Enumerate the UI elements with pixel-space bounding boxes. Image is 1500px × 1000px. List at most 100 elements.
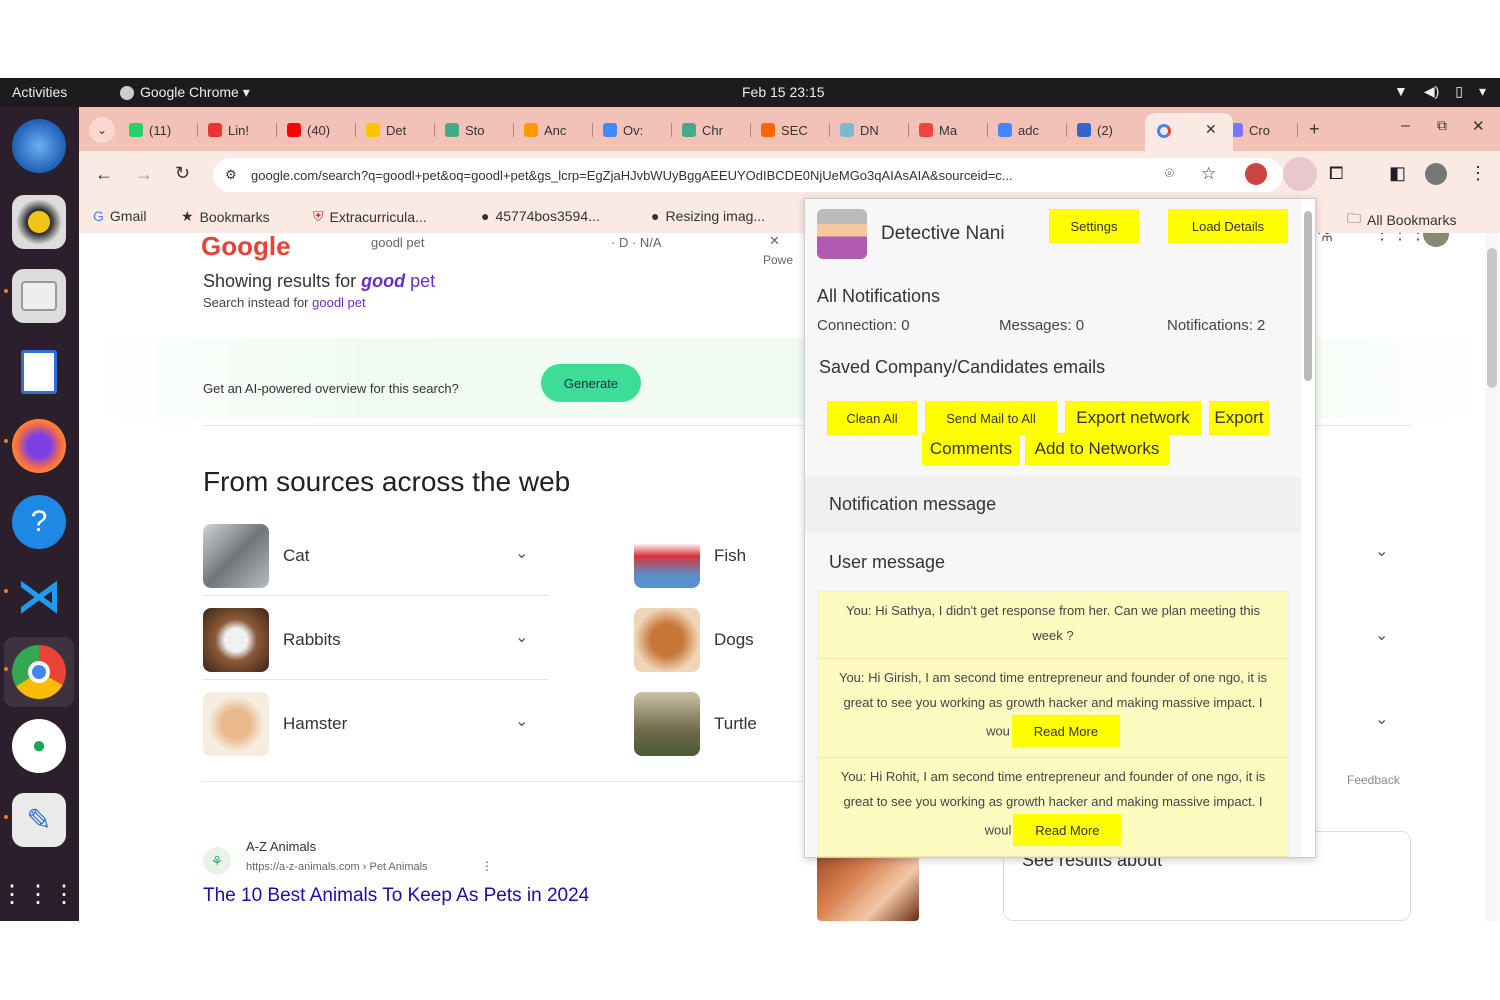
minimize-icon[interactable]: – bbox=[1401, 117, 1410, 135]
tab-label: Ov: bbox=[623, 122, 644, 138]
reload-icon[interactable]: ↻ bbox=[175, 163, 190, 184]
tab-search-icon[interactable]: ⌄ bbox=[89, 117, 115, 143]
files-icon[interactable] bbox=[12, 269, 66, 323]
tab-item[interactable]: adc bbox=[990, 115, 1039, 145]
tab-active-google[interactable]: ✕ bbox=[1145, 113, 1233, 151]
text-editor-icon[interactable]: ✎ bbox=[12, 793, 66, 847]
bookmark-gmail[interactable]: G Gmail bbox=[93, 208, 146, 224]
chevron-down-icon[interactable]: ⌄ bbox=[1375, 709, 1388, 729]
forward-icon[interactable]: → bbox=[135, 164, 153, 185]
extension-icon[interactable] bbox=[1245, 163, 1267, 185]
tab-item[interactable]: SEC bbox=[753, 115, 808, 145]
bookmark-resizing[interactable]: ● Resizing imag... bbox=[651, 208, 765, 224]
read-more-button[interactable]: Read More bbox=[1013, 814, 1122, 846]
bookmark-bookmarks[interactable]: ★ Bookmarks bbox=[181, 208, 270, 225]
extensions-puzzle-icon[interactable]: ⧠ bbox=[1329, 163, 1343, 184]
feedback-link[interactable]: Feedback bbox=[1347, 773, 1400, 787]
pet-item-rabbits[interactable]: Rabbits ⌄ bbox=[203, 605, 548, 675]
corrected-word-link[interactable]: good bbox=[361, 271, 405, 291]
battery-icon[interactable]: ▯ bbox=[1455, 83, 1463, 100]
clear-search-icon[interactable]: ✕ bbox=[769, 233, 780, 249]
export-comments-button-part2[interactable]: Comments bbox=[922, 433, 1020, 465]
account-avatar[interactable] bbox=[1423, 233, 1449, 247]
labs-icon[interactable]: ⚗ bbox=[1317, 233, 1333, 246]
tab-item[interactable]: (40) bbox=[279, 115, 330, 145]
tab-separator bbox=[750, 123, 751, 137]
search-instead-link[interactable]: goodl pet bbox=[312, 295, 366, 310]
back-icon[interactable]: ← bbox=[95, 164, 113, 185]
google-logo[interactable]: Google bbox=[201, 233, 291, 262]
dropdown-icon[interactable]: ▾ bbox=[1479, 83, 1486, 100]
new-tab-button[interactable]: + bbox=[1309, 119, 1320, 140]
mongodb-icon[interactable]: ● bbox=[12, 719, 66, 773]
export-network-button[interactable]: Export network bbox=[1065, 401, 1201, 435]
search-box[interactable]: goodl pet · D · N/A ✕ bbox=[329, 233, 799, 257]
tab-separator bbox=[1297, 123, 1298, 137]
vscode-icon[interactable]: ⋊ bbox=[12, 569, 66, 623]
system-tray[interactable]: ▼ ◀) ▯ ▾ bbox=[1394, 83, 1486, 100]
address-bar[interactable]: ⚙ google.com/search?q=goodl+pet&oq=goodl… bbox=[213, 158, 1283, 192]
tab-item[interactable]: Ma bbox=[911, 115, 957, 145]
export-comments-button-part1[interactable]: Export bbox=[1209, 401, 1269, 435]
generate-button[interactable]: Generate bbox=[541, 364, 641, 402]
profile-avatar[interactable] bbox=[1425, 163, 1447, 185]
tab-item[interactable]: Chr bbox=[674, 115, 723, 145]
tab-separator bbox=[908, 123, 909, 137]
nani-avatar bbox=[817, 209, 867, 259]
clean-all-button[interactable]: Clean All bbox=[827, 401, 917, 435]
tab-favicon-icon bbox=[998, 123, 1012, 137]
pet-item-turtle[interactable]: Turtle bbox=[634, 689, 784, 759]
send-mail-to-all-button[interactable]: Send Mail to All bbox=[925, 401, 1057, 435]
result-menu-icon[interactable]: ⋮ bbox=[481, 859, 493, 873]
clock[interactable]: Feb 15 23:15 bbox=[742, 84, 825, 100]
pet-item-dogs[interactable]: Dogs bbox=[634, 605, 784, 675]
tab-item[interactable]: Lin! bbox=[200, 115, 249, 145]
tab-item[interactable]: DN bbox=[832, 115, 879, 145]
chevron-down-icon[interactable]: ⌄ bbox=[1375, 541, 1388, 561]
detective-extension-icon[interactable] bbox=[1283, 157, 1317, 191]
tab-item[interactable]: (2) bbox=[1069, 115, 1113, 145]
volume-icon[interactable]: ◀) bbox=[1424, 83, 1439, 100]
chevron-down-icon[interactable]: ⌄ bbox=[1375, 625, 1388, 645]
location-icon[interactable]: ⌾ bbox=[1165, 165, 1174, 182]
result-title-link[interactable]: The 10 Best Animals To Keep As Pets in 2… bbox=[203, 885, 589, 907]
pet-item-cat[interactable]: Cat ⌄ bbox=[203, 521, 548, 591]
result-url[interactable]: https://a-z-animals.com › Pet Animals bbox=[246, 861, 428, 873]
app-grid-icon[interactable]: ⋮⋮⋮ bbox=[0, 867, 76, 921]
bookmark-star-icon[interactable]: ☆ bbox=[1201, 164, 1216, 184]
popup-scrollbar-thumb[interactable] bbox=[1304, 211, 1312, 381]
page-scrollbar-thumb[interactable] bbox=[1487, 248, 1497, 388]
activities-button[interactable]: Activities bbox=[12, 84, 67, 100]
tab-item[interactable]: Det bbox=[358, 115, 406, 145]
pet-item-hamster[interactable]: Hamster ⌄ bbox=[203, 689, 548, 759]
pet-item-fish[interactable]: Fish bbox=[634, 521, 784, 591]
tab-item[interactable]: Ov: bbox=[595, 115, 643, 145]
read-more-button[interactable]: Read More bbox=[1011, 715, 1120, 747]
settings-button[interactable]: Settings bbox=[1049, 209, 1139, 243]
bookmark-45774[interactable]: ● 45774bos3594... bbox=[481, 208, 600, 224]
chrome-icon[interactable] bbox=[12, 645, 66, 699]
menu-kebab-icon[interactable]: ⋮ bbox=[1469, 163, 1487, 184]
tab-item[interactable]: Anc bbox=[516, 115, 566, 145]
tab-item[interactable]: (11) bbox=[121, 115, 171, 145]
wifi-icon[interactable]: ▼ bbox=[1394, 83, 1408, 100]
thunderbird-icon[interactable] bbox=[12, 119, 66, 173]
all-bookmarks-button[interactable]: 🗀 All Bookmarks bbox=[1347, 208, 1456, 232]
app-menu[interactable]: Google Chrome ▾ bbox=[120, 84, 250, 101]
rhythmbox-icon[interactable] bbox=[12, 195, 66, 249]
tab-item[interactable]: Sto bbox=[437, 115, 485, 145]
message-item: You: Hi Girish, I am second time entrepr… bbox=[818, 659, 1288, 758]
bookmark-extracurricular[interactable]: ⛨ Extracurricula... bbox=[313, 208, 427, 225]
site-info-icon[interactable]: ⚙ bbox=[225, 167, 237, 183]
help-icon[interactable]: ? bbox=[12, 495, 66, 549]
result-site-name[interactable]: A-Z Animals bbox=[246, 839, 316, 854]
firefox-icon[interactable] bbox=[12, 419, 66, 473]
add-to-networks-button[interactable]: Add to Networks bbox=[1025, 433, 1169, 465]
restore-icon[interactable]: ⧉ bbox=[1437, 117, 1447, 134]
writer-icon[interactable] bbox=[12, 345, 66, 399]
close-window-icon[interactable]: ✕ bbox=[1472, 117, 1485, 135]
side-panel-icon[interactable]: ◧ bbox=[1389, 163, 1406, 184]
close-tab-icon[interactable]: ✕ bbox=[1205, 121, 1217, 138]
load-details-button[interactable]: Load Details bbox=[1168, 209, 1288, 243]
apps-grid-icon[interactable]: ⋮⋮⋮ bbox=[1373, 233, 1427, 244]
